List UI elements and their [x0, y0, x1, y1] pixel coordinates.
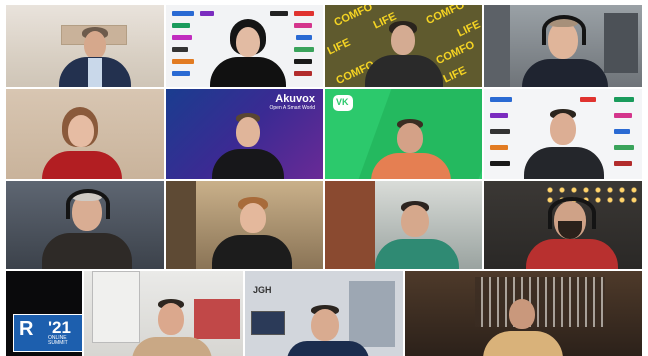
akuvox-logo: Akuvox [275, 93, 315, 105]
participant-tile[interactable] [484, 181, 642, 269]
participant-body [212, 235, 292, 269]
participant-head [391, 25, 415, 55]
video-grid: COMFO LIFE COMFO LIFE LIFE COMFO COMFO L… [6, 5, 642, 356]
headset-icon [542, 15, 586, 45]
participant-tile[interactable] [166, 5, 323, 87]
product-shelf [349, 281, 395, 347]
participant-head [236, 117, 260, 147]
participant-head [401, 205, 429, 237]
akuvox-tagline: Open A Smart World [269, 105, 315, 111]
participant-tile[interactable] [6, 89, 164, 179]
participant-tile[interactable] [325, 181, 482, 269]
headset-icon [66, 189, 110, 219]
tool-wall [475, 277, 605, 327]
wall-shelf [166, 181, 196, 269]
participant-body [375, 239, 459, 269]
participant-body [522, 59, 608, 87]
wall-panel [604, 13, 638, 73]
participant-body [483, 331, 563, 356]
participant-tile[interactable]: Akuvox Open A Smart World [166, 89, 323, 179]
participant-tile[interactable] [405, 271, 642, 356]
headset-icon [548, 197, 596, 229]
wall-shelf [484, 5, 510, 87]
participant-head [397, 123, 423, 153]
participant-tile[interactable] [6, 5, 164, 87]
participant-body [526, 239, 618, 269]
participant-body [287, 341, 369, 356]
acoustic-panel [194, 299, 240, 339]
vk-logo-text: VK [336, 97, 349, 107]
participant-tile[interactable] [484, 89, 642, 179]
participant-tile[interactable]: VK [325, 89, 482, 179]
participant-head [240, 203, 266, 233]
participant-head [550, 113, 576, 145]
logo-subtitle: ONLINE SUMMIT [48, 335, 68, 346]
participant-body [42, 233, 132, 269]
participant-head [236, 27, 260, 57]
participant-body [212, 149, 284, 179]
participant-tile[interactable] [484, 5, 642, 87]
logo-main: R [19, 318, 34, 340]
participant-body [132, 337, 212, 356]
participant-head [68, 115, 94, 147]
participant-body [210, 57, 286, 87]
display-screen [251, 311, 285, 335]
jgh-logo: JGH [253, 285, 272, 295]
event-logo-tile: R '21 ONLINE SUMMIT [6, 271, 82, 356]
participant-body [42, 151, 122, 179]
participant-head [311, 309, 339, 341]
door-frame [325, 181, 375, 269]
shirt [88, 58, 102, 87]
participant-tile[interactable] [166, 181, 323, 269]
participant-body [365, 55, 443, 87]
participant-head [509, 299, 535, 329]
participant-tile[interactable] [84, 271, 243, 356]
participant-head [158, 303, 184, 335]
ri-summit-logo: R '21 ONLINE SUMMIT [13, 314, 82, 352]
participant-tile[interactable]: JGH [245, 271, 403, 356]
participant-head [84, 31, 106, 59]
participant-body [524, 147, 604, 179]
window-panel [92, 271, 140, 343]
participant-tile[interactable] [6, 181, 164, 269]
participant-tile[interactable]: COMFO LIFE COMFO LIFE LIFE COMFO COMFO L… [325, 5, 482, 87]
